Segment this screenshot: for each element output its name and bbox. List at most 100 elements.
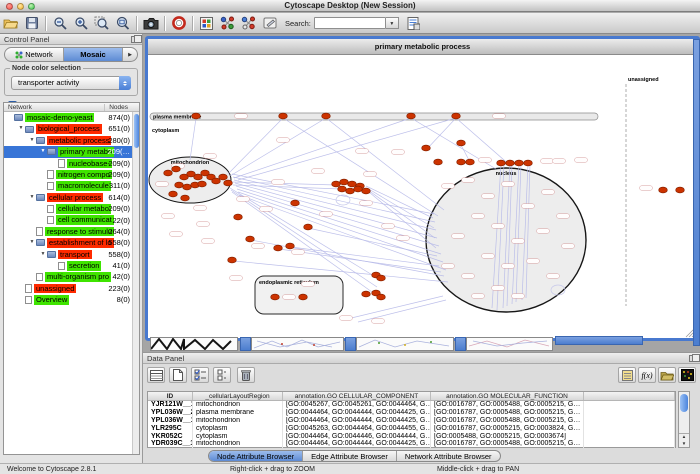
scrollbar-arrows-icon[interactable]: ▲▼: [679, 433, 689, 447]
network-node[interactable]: [457, 159, 466, 165]
table-row[interactable]: YPL036W__1mitochondrion[GO:0044464, GO:0…: [148, 417, 675, 425]
search-dropdown-icon[interactable]: ▼: [386, 17, 399, 29]
network-node[interactable]: [457, 140, 466, 146]
disclosure-triangle-icon[interactable]: ▼: [17, 123, 25, 134]
tree-row[interactable]: response to stimulu264(0): [4, 226, 132, 237]
tree-row[interactable]: macromolecule311(0): [4, 180, 132, 191]
network-node[interactable]: [291, 200, 300, 206]
network-node[interactable]: [279, 113, 288, 119]
snapshot-camera-icon[interactable]: [140, 14, 161, 33]
background-window-fragment[interactable]: [555, 336, 643, 345]
network-edge[interactable]: [426, 118, 456, 150]
network-node[interactable]: [198, 181, 207, 187]
network-node[interactable]: [515, 160, 524, 166]
network-node[interactable]: [224, 180, 233, 186]
network-node[interactable]: [172, 166, 181, 172]
network-edge[interactable]: [358, 300, 446, 322]
node-color-dropdown[interactable]: transporter activity: [11, 76, 131, 90]
disclosure-triangle-icon[interactable]: ▼: [28, 237, 36, 248]
self-loop-edge[interactable]: [336, 195, 350, 205]
network-node[interactable]: [676, 187, 685, 193]
network-node[interactable]: [377, 294, 386, 300]
float-panel-icon[interactable]: [689, 355, 696, 362]
help-lifering-icon[interactable]: [168, 14, 189, 33]
background-window-fragment[interactable]: [240, 337, 251, 351]
tab-network[interactable]: Network: [5, 48, 64, 61]
network-node[interactable]: [274, 245, 283, 251]
network-node[interactable]: [338, 186, 347, 192]
tree-row[interactable]: cell communicat22(0): [4, 215, 132, 226]
disclosure-triangle-icon[interactable]: ▼: [39, 146, 47, 157]
network-edge[interactable]: [238, 192, 443, 262]
network-edge[interactable]: [228, 118, 283, 174]
tree-row[interactable]: ▼metabolic process280(0): [4, 135, 132, 146]
tree-row[interactable]: cellular metabo209(0): [4, 203, 132, 214]
table-row[interactable]: YJR121W__1mitochondrion[GO:0045267, GO:0…: [148, 401, 675, 409]
network-edge[interactable]: [366, 186, 433, 218]
tree-row[interactable]: nitrogen compo209(0): [4, 169, 132, 180]
network-node[interactable]: [362, 291, 371, 297]
table-row[interactable]: YDR039C__1mitochondrion[GO:0044464, GO:0…: [148, 440, 675, 448]
background-window-fragment[interactable]: [455, 337, 466, 351]
manage-networks-icon[interactable]: [217, 14, 238, 33]
network-edge[interactable]: [343, 296, 443, 320]
zoom-selected-region-icon[interactable]: [91, 14, 112, 33]
network-node[interactable]: [322, 113, 331, 119]
disclosure-triangle-icon[interactable]: ▼: [28, 192, 36, 203]
network-node[interactable]: [362, 188, 371, 194]
tree-row[interactable]: mosaic-demo-yeast874(0): [4, 112, 132, 123]
network-node[interactable]: [506, 160, 515, 166]
delete-attribute-icon[interactable]: [237, 367, 255, 383]
tab-edge-attribute-browser[interactable]: Edge Attribute Browser: [303, 451, 397, 461]
network-node[interactable]: [407, 113, 416, 119]
attribute-editor-icon[interactable]: [147, 367, 165, 383]
new-attribute-icon[interactable]: [169, 367, 187, 383]
heatmap-icon[interactable]: [678, 367, 696, 383]
col-id[interactable]: ID: [148, 392, 193, 400]
network-node[interactable]: [524, 160, 533, 166]
tab-network-attribute-browser[interactable]: Network Attribute Browser: [397, 451, 500, 461]
tree-row[interactable]: multi-organism pro42(0): [4, 271, 132, 282]
network-node[interactable]: [271, 294, 280, 300]
network-node[interactable]: [466, 159, 475, 165]
tab-mosaic[interactable]: Mosaic: [64, 48, 123, 61]
network-node[interactable]: [164, 170, 173, 176]
network-edge[interactable]: [190, 118, 196, 160]
background-window-fragment[interactable]: [466, 337, 553, 351]
disclosure-triangle-icon[interactable]: ▼: [39, 249, 47, 260]
tree-row[interactable]: secretion41(0): [4, 260, 132, 271]
network-canvas[interactable]: plasma membranecytoplasmmitochondrionnuc…: [148, 56, 697, 338]
network-node[interactable]: [452, 113, 461, 119]
network-node[interactable]: [183, 184, 192, 190]
network-node[interactable]: [181, 195, 190, 201]
import-attributes-icon[interactable]: [618, 367, 636, 383]
network-window-titlebar[interactable]: primary metabolic process: [148, 39, 697, 55]
background-window-fragment[interactable]: [251, 337, 344, 351]
table-row[interactable]: YKR052Ccytoplasm[GO:0044464, GO:0044446,…: [148, 433, 675, 441]
network-node[interactable]: [175, 182, 184, 188]
network-node[interactable]: [497, 160, 506, 166]
tree-row[interactable]: ▼establishment of lo558(0): [4, 237, 132, 248]
network-node[interactable]: [354, 186, 363, 192]
network-node[interactable]: [346, 188, 355, 194]
col-cellular-layout-region[interactable]: _cellularLayoutRegion: [193, 392, 283, 400]
col-go-molecular-function[interactable]: annotation.GO MOLECULAR_FUNCTION: [431, 392, 584, 400]
tree-row[interactable]: ▼biological_process651(0): [4, 123, 132, 134]
vizmapper-icon[interactable]: [196, 14, 217, 33]
annotation-icon[interactable]: [259, 14, 280, 33]
background-window-fragment[interactable]: [150, 337, 238, 351]
tree-row[interactable]: ▼primary metabo209(…: [4, 146, 132, 157]
unselect-attributes-icon[interactable]: [213, 367, 231, 383]
tree-row[interactable]: unassigned223(0): [4, 283, 132, 294]
table-row[interactable]: YLR295Ccytoplasm[GO:0045263, GO:0044464,…: [148, 425, 675, 433]
background-window-fragment[interactable]: [345, 337, 356, 351]
formula-builder-icon[interactable]: f(x): [638, 367, 656, 383]
background-window-fragment[interactable]: [693, 39, 700, 346]
tree-row[interactable]: ▼cellular process614(0): [4, 192, 132, 203]
network-node[interactable]: [340, 179, 349, 185]
tree-scrollbar[interactable]: [132, 112, 139, 454]
network-node[interactable]: [304, 224, 313, 230]
tree-row[interactable]: ▼transport558(0): [4, 249, 132, 260]
network-node[interactable]: [434, 159, 443, 165]
select-attributes-icon[interactable]: [191, 367, 209, 383]
